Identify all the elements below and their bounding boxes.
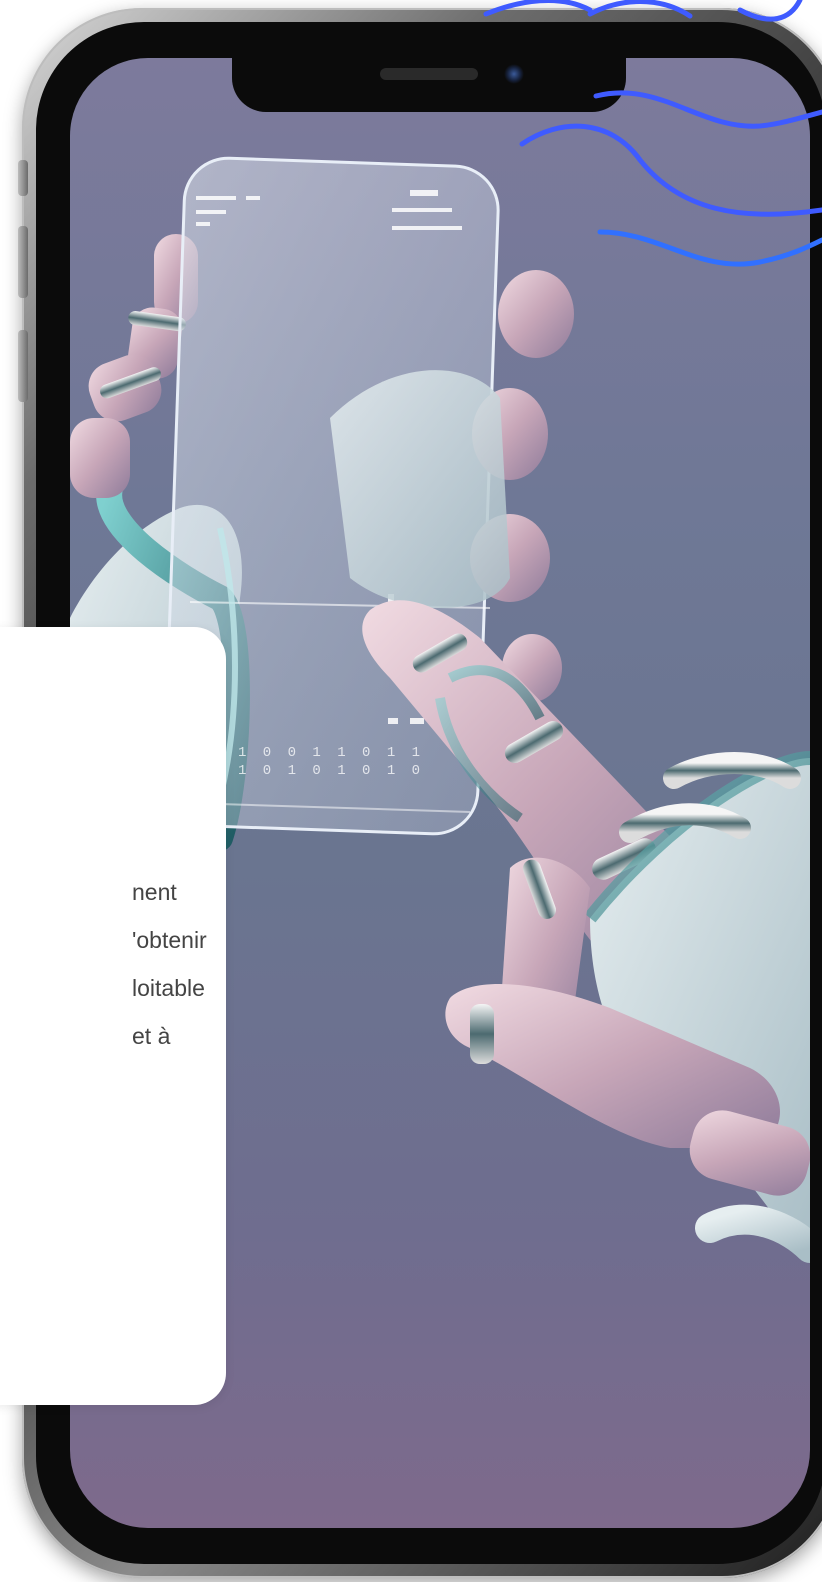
- phone-speaker: [380, 68, 478, 80]
- hologram-readout-2: 1 0 1 0 1 0 1 0: [238, 763, 424, 779]
- phone-notch: [232, 58, 626, 112]
- phone-front-camera: [504, 64, 524, 84]
- info-card-line-1: nent: [132, 879, 177, 905]
- phone-volume-down-button: [18, 330, 28, 402]
- info-card-line-3: loitable: [132, 975, 205, 1001]
- page: 1 0 0 1 1 0 1 1 1 0 1 0 1 0 1 0 nent 'ob…: [0, 0, 822, 1582]
- info-card-line-2: 'obtenir: [132, 927, 207, 953]
- phone-silent-switch: [18, 160, 28, 196]
- info-card-text: nent 'obtenir loitable et à: [0, 868, 226, 1060]
- phone-volume-up-button: [18, 226, 28, 298]
- hologram-readout-1: 1 0 0 1 1 0 1 1: [238, 745, 424, 761]
- info-card-line-4: et à: [132, 1023, 171, 1049]
- info-card: nent 'obtenir loitable et à: [0, 627, 226, 1405]
